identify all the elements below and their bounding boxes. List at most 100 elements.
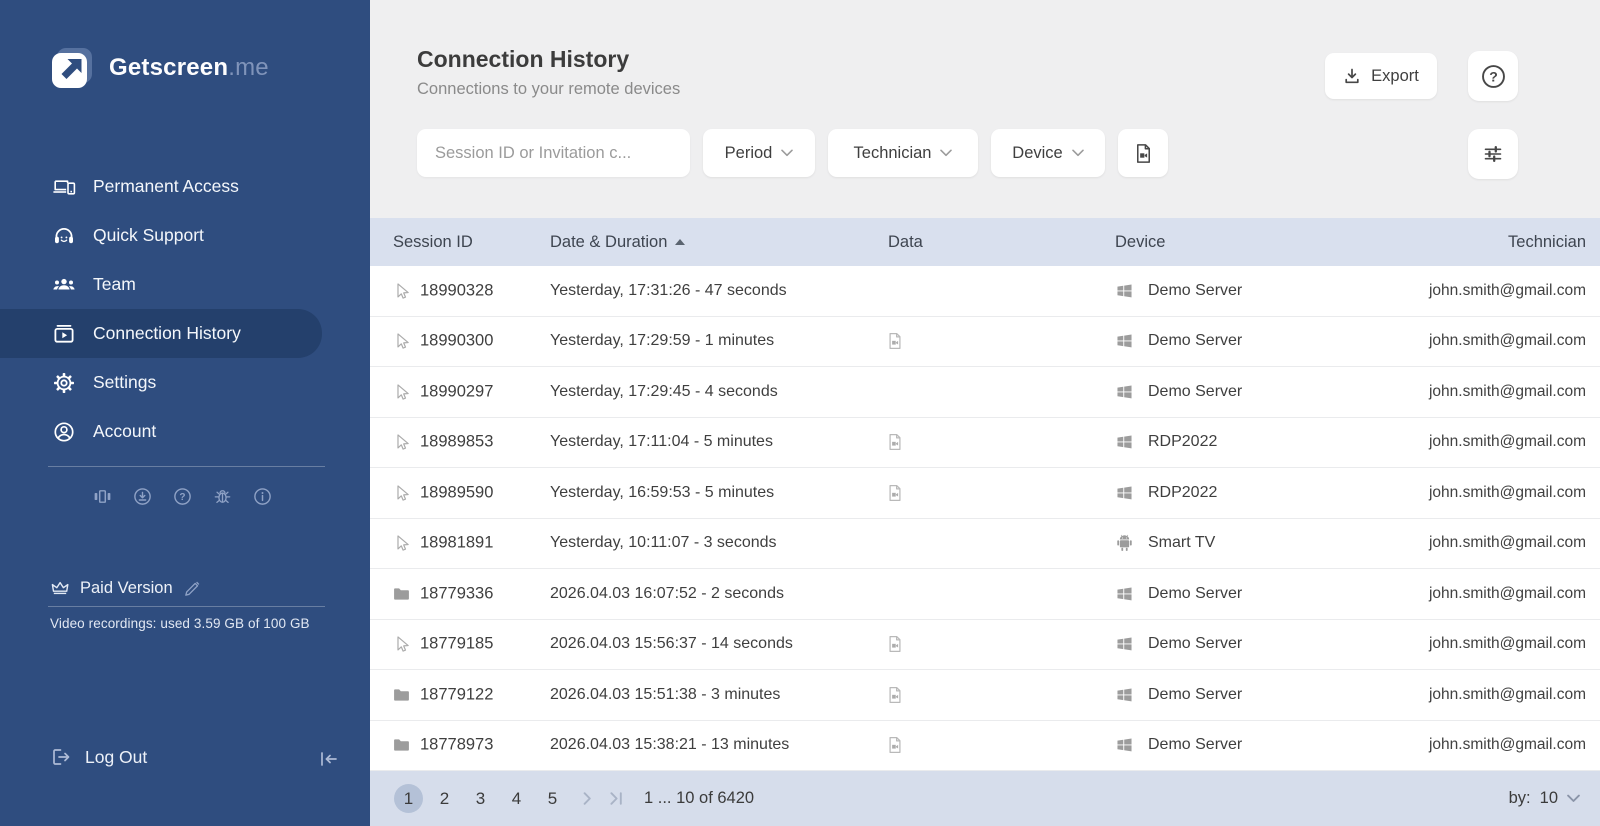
sidebar-item-settings[interactable]: Settings [0,358,370,407]
column-header-data: Data [888,218,923,266]
windows-icon [1115,332,1134,351]
page-button-2[interactable]: 2 [430,784,459,813]
sidebar-item-permanent-access[interactable]: Permanent Access [0,162,370,211]
plan-label: Paid Version [80,579,173,598]
table-row[interactable]: 18779122 2026.04.03 15:51:38 - 3 minutes… [370,670,1600,721]
device-name: Demo Server [1148,282,1242,300]
table-row[interactable]: 18990297 Yesterday, 17:29:45 - 4 seconds… [370,367,1600,418]
table-row[interactable]: 18981891 Yesterday, 10:11:07 - 3 seconds… [370,519,1600,570]
folder-icon [392,584,411,603]
table-row[interactable]: 18989853 Yesterday, 17:11:04 - 5 minutes… [370,418,1600,469]
help-circle-icon[interactable]: ? [172,486,193,507]
technician-email: john.smith@gmail.com [1429,383,1586,401]
date-duration: Yesterday, 17:11:04 - 5 minutes [550,433,773,451]
technician-email: john.smith@gmail.com [1429,534,1586,552]
page-button-1[interactable]: 1 [394,784,423,813]
date-duration: Yesterday, 10:11:07 - 3 seconds [550,534,777,552]
per-page-label: by: [1509,789,1531,808]
logout-button[interactable]: Log Out [50,746,147,768]
cursor-icon [392,332,411,351]
collapse-sidebar-icon[interactable] [316,748,340,770]
recordings-filter-button[interactable] [1118,129,1168,177]
chevron-down-icon [1072,149,1084,157]
technician-filter-dropdown[interactable]: Technician [828,129,978,177]
page-button-5[interactable]: 5 [538,784,567,813]
sidebar-item-account[interactable]: Account [0,407,370,456]
date-duration: 2026.04.03 16:07:52 - 2 seconds [550,585,784,603]
session-id: 18989853 [420,433,493,452]
device-name: RDP2022 [1148,484,1217,502]
chevron-down-icon [781,149,793,157]
sidebar-item-quick-support[interactable]: Quick Support [0,211,370,260]
recording-file-icon[interactable] [886,331,904,351]
devices-icon [52,175,76,199]
sidebar-item-label: Connection History [93,323,241,344]
table-row[interactable]: 18990300 Yesterday, 17:29:59 - 1 minutes… [370,317,1600,368]
recording-file-icon[interactable] [886,483,904,503]
technician-email: john.smith@gmail.com [1429,332,1586,350]
device-filter-dropdown[interactable]: Device [991,129,1105,177]
technician-email: john.smith@gmail.com [1429,635,1586,653]
recording-file-icon[interactable] [886,432,904,452]
edit-plan-icon[interactable] [183,579,202,598]
table-row[interactable]: 18989590 Yesterday, 16:59:53 - 5 minutes… [370,468,1600,519]
device-name: Demo Server [1148,686,1242,704]
page-button-4[interactable]: 4 [502,784,531,813]
date-duration: 2026.04.03 15:56:37 - 14 seconds [550,635,793,653]
session-id: 18779185 [420,635,493,654]
technician-email: john.smith@gmail.com [1429,736,1586,754]
sidebar-divider [48,606,325,607]
recording-file-icon[interactable] [886,634,904,654]
sidebar-item-connection-history[interactable]: Connection History [0,309,322,358]
windows-icon [1115,382,1134,401]
last-page-icon[interactable] [610,792,623,805]
table-row[interactable]: 18779336 2026.04.03 16:07:52 - 2 seconds… [370,569,1600,620]
cursor-icon [392,635,411,654]
date-duration: Yesterday, 17:31:26 - 47 seconds [550,282,787,300]
pagination-range-text: 1 ... 10 of 6420 [644,789,754,808]
app-logo[interactable]: Getscreen.me [50,46,269,90]
crown-icon [50,578,70,598]
date-duration: Yesterday, 17:29:45 - 4 seconds [550,383,778,401]
recording-file-icon[interactable] [886,735,904,755]
sidebar-item-label: Quick Support [93,225,204,246]
column-header-date-duration[interactable]: Date & Duration [550,218,685,266]
sidebar-utility-icons: ? [92,486,273,507]
team-icon [52,273,76,297]
table-row[interactable]: 18990328 Yesterday, 17:31:26 - 47 second… [370,266,1600,317]
technician-email: john.smith@gmail.com [1429,484,1586,502]
table-row[interactable]: 18778973 2026.04.03 15:38:21 - 13 minute… [370,721,1600,772]
search-input[interactable] [417,129,690,177]
per-page-select[interactable]: by: 10 [1509,789,1580,808]
date-duration: Yesterday, 17:29:59 - 1 minutes [550,332,774,350]
carousel-icon[interactable] [92,486,113,507]
windows-icon [1115,685,1134,704]
session-id: 18981891 [420,534,493,553]
next-page-icon[interactable] [583,792,592,805]
svg-text:?: ? [1489,68,1498,84]
page-subtitle: Connections to your remote devices [417,80,680,99]
table-row[interactable]: 18779185 2026.04.03 15:56:37 - 14 second… [370,620,1600,671]
sidebar-nav: Permanent Access Quick Support Team Conn… [0,162,370,456]
sidebar-item-team[interactable]: Team [0,260,370,309]
recording-file-icon[interactable] [886,685,904,705]
download-circle-icon[interactable] [132,486,153,507]
android-icon [1115,534,1134,553]
info-circle-icon[interactable] [252,486,273,507]
device-name: Demo Server [1148,585,1242,603]
session-id: 18778973 [420,736,493,755]
windows-icon [1115,433,1134,452]
period-filter-dropdown[interactable]: Period [703,129,815,177]
device-name: Demo Server [1148,332,1242,350]
bug-icon[interactable] [212,486,233,507]
windows-icon [1115,736,1134,755]
device-name: RDP2022 [1148,433,1217,451]
help-button[interactable]: ? [1468,51,1518,101]
session-id: 18779122 [420,685,493,704]
cursor-icon [392,433,411,452]
page-button-3[interactable]: 3 [466,784,495,813]
table-settings-button[interactable] [1468,129,1518,179]
main-content: Connection History Connections to your r… [370,0,1600,826]
storage-usage-text: Video recordings: used 3.59 GB of 100 GB [50,616,310,631]
export-button[interactable]: Export [1325,53,1437,99]
